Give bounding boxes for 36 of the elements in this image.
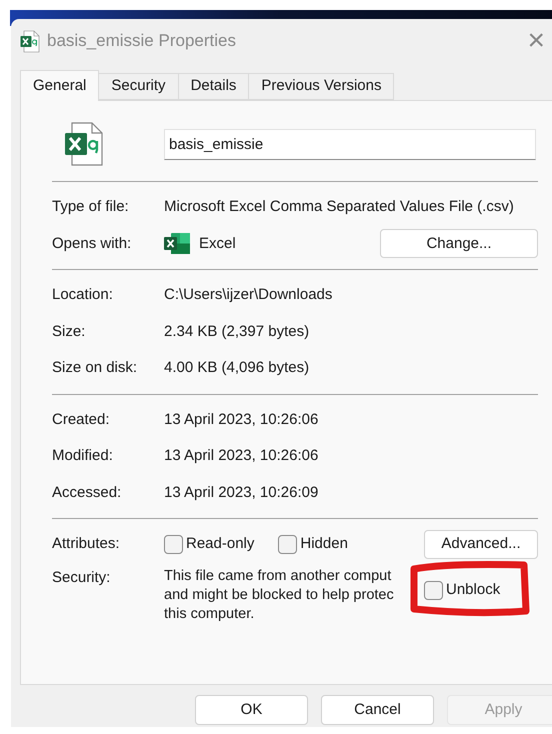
- field-value: 4.00 KB (4,096 bytes): [164, 358, 310, 378]
- checkbox[interactable]: Hidden: [278, 532, 348, 556]
- security-note: this computer.: [164, 605, 256, 624]
- change-button[interactable]: Change...: [380, 229, 538, 258]
- file-name-field[interactable]: basis_emissie: [164, 128, 536, 160]
- spreadsheet-file-icon: [20, 30, 40, 52]
- field-value: Excel: [199, 234, 236, 254]
- field-value: C:\Users\ijzer\Downloads: [164, 285, 332, 305]
- tab[interactable]: Security: [99, 73, 179, 100]
- tab[interactable]: Previous Versions: [249, 73, 394, 100]
- tab[interactable]: General: [20, 70, 100, 101]
- field-value: 2.34 KB (2,397 bytes): [164, 322, 310, 342]
- field-label: Type of file:: [52, 197, 130, 217]
- spreadsheet-app-icon: [164, 233, 190, 254]
- dialog-button[interactable]: Cancel: [321, 695, 434, 725]
- field-label: Security:: [52, 568, 112, 588]
- security-note: This file came from another comput: [164, 567, 392, 586]
- window-title: basis_emissie Properties: [47, 30, 236, 52]
- field-label: Attributes:: [52, 534, 121, 554]
- field-label: Created:: [52, 410, 111, 430]
- tab[interactable]: Details: [178, 73, 250, 100]
- field-value: 13 April 2023, 10:26:06: [164, 410, 318, 430]
- dialog-button[interactable]: OK: [195, 695, 308, 725]
- field-value: 13 April 2023, 10:26:09: [164, 482, 318, 502]
- field-label: Accessed:: [52, 482, 122, 502]
- field-label: Modified:: [52, 446, 114, 466]
- field-value: Microsoft Excel Comma Separated Values File (.csv): [164, 197, 514, 217]
- field-label: Opens with:: [52, 234, 132, 254]
- field-label: Size on disk:: [52, 358, 138, 378]
- checkbox[interactable]: Read-only: [164, 532, 254, 556]
- security-note: and might be blocked to help protec: [164, 586, 395, 605]
- field-label: Size:: [52, 322, 86, 342]
- spreadsheet-file-icon: [64, 121, 104, 167]
- advanced-button[interactable]: Advanced...: [424, 530, 538, 558]
- field-value: 13 April 2023, 10:26:06: [164, 446, 318, 466]
- field-label: Location:: [52, 285, 114, 305]
